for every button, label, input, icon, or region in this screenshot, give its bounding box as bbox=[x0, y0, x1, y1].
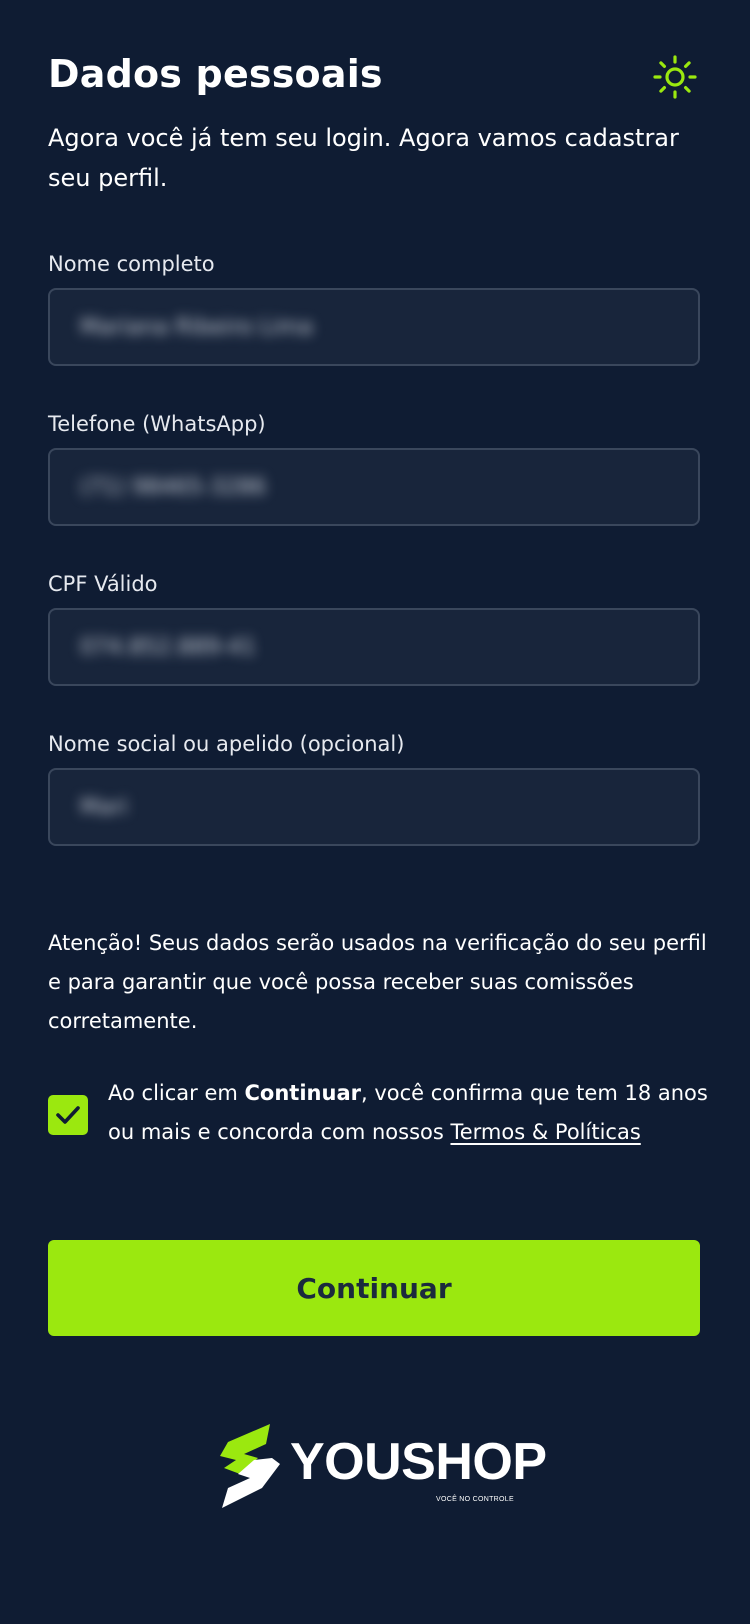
brand-tagline: VOCÊ NO CONTROLE bbox=[436, 1496, 514, 1503]
youshop-logo: YOUSHOP VOCÊ NO CONTROLE bbox=[214, 1424, 554, 1508]
theme-toggle-button[interactable] bbox=[648, 50, 702, 104]
terms-link[interactable]: Termos & Políticas bbox=[450, 1120, 640, 1144]
consent-bold: Continuar bbox=[244, 1081, 361, 1105]
full-name-value: Mariana Ribeiro Lima bbox=[80, 314, 313, 340]
nickname-input[interactable]: Mari bbox=[48, 768, 700, 846]
sun-icon bbox=[653, 55, 697, 99]
phone-label: Telefone (WhatsApp) bbox=[48, 412, 266, 436]
page-title: Dados pessoais bbox=[48, 52, 383, 96]
terms-checkbox[interactable] bbox=[48, 1095, 88, 1135]
consent-prefix: Ao clicar em bbox=[108, 1081, 245, 1105]
cpf-input[interactable]: 074.852.889-41 bbox=[48, 608, 700, 686]
full-name-label: Nome completo bbox=[48, 252, 215, 276]
terms-consent-text: Ao clicar em Continuar, você confirma qu… bbox=[108, 1074, 708, 1152]
checkmark-icon bbox=[56, 1106, 80, 1124]
personal-data-screen: Dados pessoais Agora você já tem seu log… bbox=[0, 0, 750, 1624]
cpf-value: 074.852.889-41 bbox=[80, 634, 256, 660]
phone-input[interactable]: (71) 98465-3286 bbox=[48, 448, 700, 526]
nickname-value: Mari bbox=[80, 794, 128, 820]
phone-value: (71) 98465-3286 bbox=[80, 474, 267, 500]
continue-button[interactable]: Continuar bbox=[48, 1240, 700, 1336]
brand-name: YOUSHOP bbox=[290, 1433, 547, 1491]
data-usage-notice: Atenção! Seus dados serão usados na veri… bbox=[48, 931, 707, 1033]
nickname-label: Nome social ou apelido (opcional) bbox=[48, 732, 405, 756]
page-subtitle: Agora você já tem seu login. Agora vamos… bbox=[48, 124, 679, 192]
full-name-input[interactable]: Mariana Ribeiro Lima bbox=[48, 288, 700, 366]
logo-mark-icon bbox=[220, 1424, 280, 1508]
cpf-label: CPF Válido bbox=[48, 572, 158, 596]
